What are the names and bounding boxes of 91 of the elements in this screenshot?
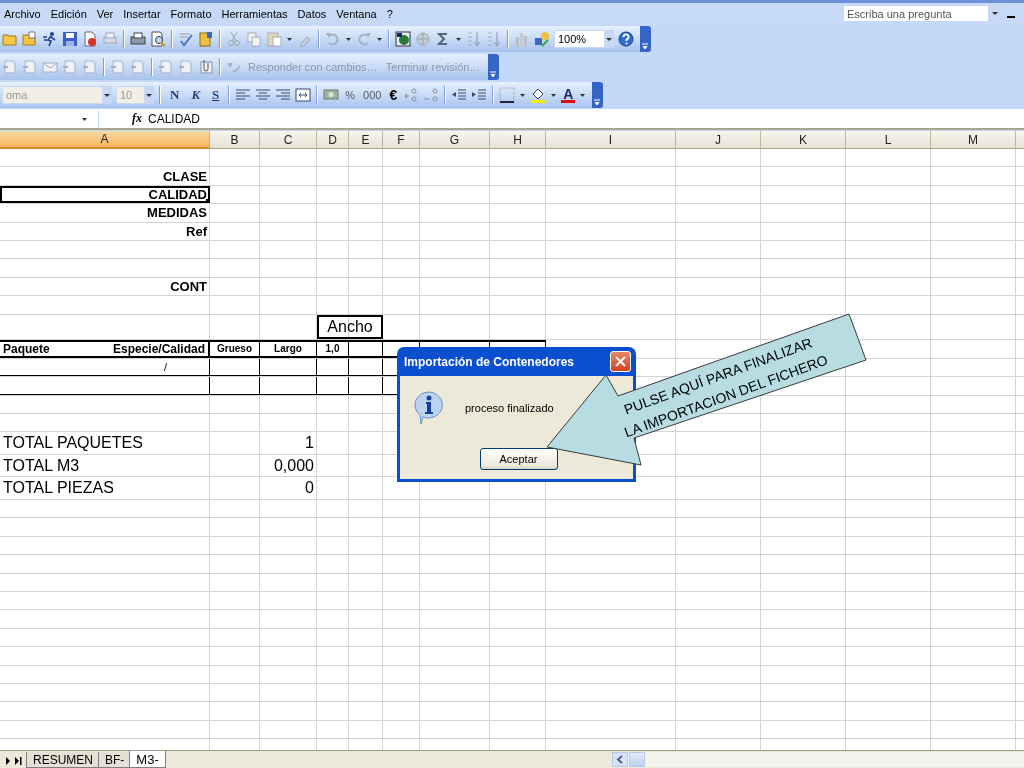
spelling-icon[interactable] bbox=[178, 31, 194, 47]
dialog-title: Importación de Contenedores bbox=[404, 354, 575, 369]
toolbar-options-icon[interactable] bbox=[488, 54, 500, 80]
help-icon[interactable] bbox=[618, 31, 634, 47]
align-center-icon[interactable] bbox=[255, 87, 272, 103]
indent-icon[interactable] bbox=[471, 87, 488, 103]
drawing-icon[interactable] bbox=[534, 31, 550, 47]
menu-item[interactable]: Archivo bbox=[0, 8, 47, 20]
menu-item[interactable]: Datos bbox=[293, 8, 333, 20]
table-cell[interactable] bbox=[0, 377, 210, 395]
table-cell[interactable] bbox=[210, 377, 260, 395]
scroll-thumb[interactable] bbox=[629, 752, 645, 767]
cell-text: Paquete bbox=[3, 341, 50, 356]
table-cell[interactable]: Grueso bbox=[210, 339, 260, 358]
table-cell[interactable]: Ref bbox=[0, 222, 210, 240]
question-field[interactable]: Escriba una pregunta bbox=[843, 5, 989, 22]
close-button[interactable] bbox=[610, 351, 631, 372]
toolbar-button[interactable]: N bbox=[166, 87, 184, 103]
running-figure-icon[interactable] bbox=[42, 31, 58, 47]
zoom-field[interactable]: 100% bbox=[554, 30, 614, 48]
cell-text: Especie/Calidad bbox=[112, 341, 205, 356]
attachment-icon[interactable] bbox=[198, 59, 214, 75]
dropdown-button[interactable] bbox=[604, 31, 613, 47]
scrollbar[interactable] bbox=[612, 752, 1024, 767]
table-cell[interactable]: TOTAL PIEZAS bbox=[0, 477, 210, 499]
accept-button[interactable]: Aceptar bbox=[479, 448, 558, 470]
menu-item[interactable]: Herramientas bbox=[217, 8, 294, 20]
table-cell[interactable]: TOTAL PAQUETES bbox=[0, 432, 210, 454]
table-cell[interactable]: 1 bbox=[260, 432, 317, 454]
toolbar-button[interactable]: K bbox=[187, 87, 205, 103]
table-cell[interactable]: Largo bbox=[260, 339, 317, 358]
font-color-button[interactable]: A bbox=[561, 87, 576, 103]
table-cell[interactable]: 0 bbox=[260, 477, 317, 499]
menu-item[interactable]: Formato bbox=[166, 8, 218, 20]
currency-icon[interactable] bbox=[323, 87, 340, 103]
table-cell[interactable] bbox=[349, 339, 383, 358]
table-cell[interactable]: CONT bbox=[0, 277, 210, 296]
column-header[interactable]: A bbox=[0, 131, 210, 149]
toolbar-button[interactable]: 000 bbox=[361, 89, 384, 101]
formula-text[interactable]: CALIDAD bbox=[148, 111, 200, 126]
function-label[interactable]: fx bbox=[132, 111, 142, 126]
printer-icon[interactable] bbox=[130, 31, 146, 47]
toolbar-options-icon[interactable] bbox=[592, 82, 604, 108]
menu-item[interactable]: Ventana bbox=[332, 8, 383, 20]
research-icon[interactable] bbox=[198, 31, 214, 47]
menu-item[interactable]: Edición bbox=[46, 8, 93, 20]
next-sheet-icon[interactable] bbox=[4, 756, 12, 766]
dropdown-button[interactable] bbox=[989, 5, 1001, 22]
table-cell[interactable]: CALIDAD bbox=[0, 185, 210, 204]
sheet-tab[interactable]: BF- bbox=[98, 752, 132, 768]
info-icon bbox=[413, 390, 445, 426]
last-sheet-icon[interactable] bbox=[14, 756, 24, 766]
clipboard-icon[interactable] bbox=[266, 31, 282, 47]
toolbar-options-icon[interactable] bbox=[640, 26, 651, 52]
currency-sheet-icon[interactable] bbox=[395, 31, 411, 47]
table-cell[interactable]: / bbox=[0, 358, 210, 376]
table-cell[interactable]: MEDIDAS bbox=[0, 204, 210, 222]
table-cell[interactable] bbox=[260, 358, 317, 376]
table-cell[interactable]: CLASE bbox=[0, 167, 210, 185]
toolbar-button[interactable]: S bbox=[208, 87, 224, 103]
menu-item[interactable]: ? bbox=[382, 8, 399, 20]
table-cell[interactable] bbox=[349, 377, 383, 395]
merge-center-icon[interactable] bbox=[295, 87, 312, 103]
dropdown-button[interactable] bbox=[102, 87, 111, 103]
align-left-icon[interactable] bbox=[235, 87, 252, 103]
dialog-message: proceso finalizado bbox=[465, 402, 554, 414]
table-cell[interactable] bbox=[317, 358, 349, 376]
fill-color-icon[interactable] bbox=[530, 87, 547, 103]
table-cell[interactable] bbox=[260, 377, 317, 395]
outdent-icon[interactable] bbox=[451, 87, 468, 103]
document-icon[interactable] bbox=[82, 31, 98, 47]
table-cell[interactable] bbox=[210, 358, 260, 376]
print-preview-icon[interactable] bbox=[150, 31, 166, 47]
save-icon[interactable] bbox=[62, 31, 78, 47]
sheet-tab[interactable]: M3- bbox=[129, 751, 166, 768]
toolbar-button[interactable]: € bbox=[387, 87, 400, 103]
menu-item[interactable]: Insertar bbox=[119, 8, 167, 20]
sheet-tab[interactable]: RESUMEN bbox=[26, 752, 100, 768]
scroll-left-icon[interactable] bbox=[612, 752, 628, 767]
table-cell[interactable]: Paquete Especie/Calidad bbox=[0, 339, 210, 358]
table-cell[interactable]: 0,000 bbox=[260, 454, 317, 477]
table-cell[interactable] bbox=[317, 377, 349, 395]
toolbar-button[interactable]: % bbox=[343, 89, 358, 101]
table-cell[interactable]: Ancho bbox=[317, 314, 383, 339]
table-cell[interactable]: 1,0 bbox=[317, 339, 349, 358]
table-cell[interactable] bbox=[349, 358, 383, 376]
borders-icon[interactable] bbox=[499, 87, 516, 103]
dropdown-button[interactable] bbox=[144, 87, 153, 103]
table-cell[interactable]: TOTAL M3 bbox=[0, 454, 210, 477]
menu-item[interactable]: Ver bbox=[92, 8, 120, 20]
close-icon[interactable] bbox=[615, 356, 626, 367]
